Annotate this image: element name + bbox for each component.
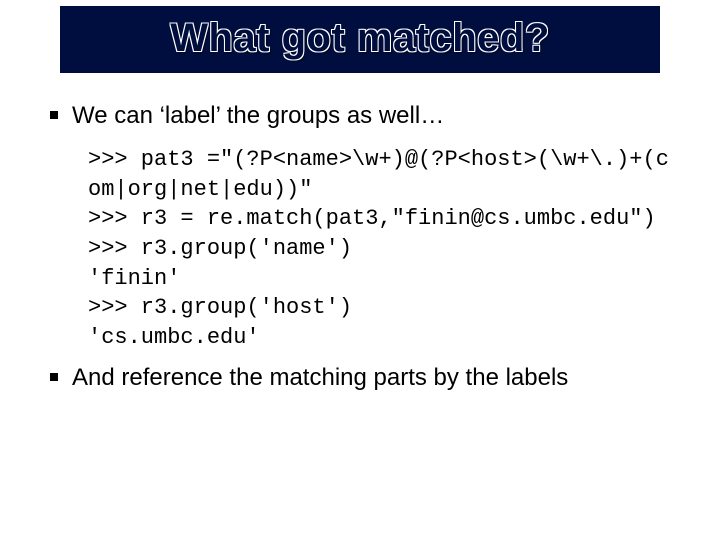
slide-body: We can ‘label’ the groups as well… >>> p…: [30, 73, 690, 393]
slide-title: What got matched?: [60, 16, 660, 61]
bullet-intro: We can ‘label’ the groups as well…: [50, 101, 670, 131]
title-band: What got matched?: [60, 6, 660, 73]
bullet-outro: And reference the matching parts by the …: [50, 363, 670, 393]
bullet-outro-text: And reference the matching parts by the …: [72, 364, 568, 391]
slide: What got matched? We can ‘label’ the gro…: [0, 6, 720, 540]
bullet-intro-text: We can ‘label’ the groups as well…: [72, 102, 444, 129]
code-block: >>> pat3 ="(?P<name>\w+)@(?P<host>(\w+\.…: [50, 141, 670, 363]
